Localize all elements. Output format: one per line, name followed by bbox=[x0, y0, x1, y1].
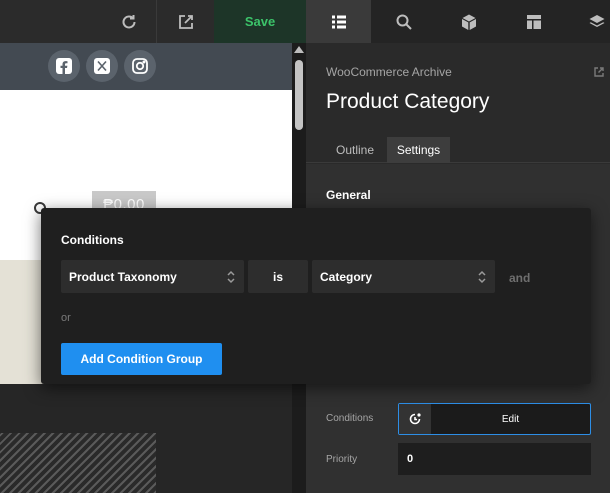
tab-components[interactable] bbox=[436, 0, 501, 43]
breadcrumb: WooCommerce Archive bbox=[326, 65, 452, 79]
section-title-general: General bbox=[326, 188, 371, 202]
refresh-button[interactable] bbox=[104, 0, 154, 43]
value-select-value: Category bbox=[320, 269, 373, 284]
external-link-icon bbox=[178, 14, 193, 29]
tab-templates[interactable] bbox=[501, 0, 566, 43]
add-condition-group-button[interactable]: Add Condition Group bbox=[61, 343, 222, 375]
instagram-link[interactable] bbox=[124, 50, 156, 82]
x-link[interactable] bbox=[86, 50, 118, 82]
conditions-label: Conditions bbox=[326, 413, 374, 424]
box-icon bbox=[461, 14, 476, 30]
facebook-link[interactable] bbox=[48, 50, 80, 82]
conditions-popup: Conditions Product Taxonomy is Category … bbox=[41, 208, 591, 384]
instagram-icon bbox=[132, 58, 148, 74]
popup-title: Conditions bbox=[61, 233, 124, 247]
external-link-icon bbox=[594, 67, 604, 77]
scroll-up-arrow-icon[interactable] bbox=[294, 46, 304, 53]
open-template-button[interactable] bbox=[593, 65, 605, 83]
preview-button[interactable] bbox=[156, 0, 214, 43]
conditions-icon-button[interactable] bbox=[399, 404, 431, 434]
save-button[interactable]: Save bbox=[214, 0, 306, 43]
operator-select[interactable]: is bbox=[248, 260, 308, 293]
and-button[interactable]: and bbox=[509, 271, 530, 285]
taxonomy-select-value: Product Taxonomy bbox=[69, 269, 177, 284]
facebook-icon bbox=[56, 58, 72, 74]
taxonomy-select[interactable]: Product Taxonomy bbox=[61, 260, 244, 293]
layers-icon bbox=[589, 14, 605, 27]
tab-structure[interactable] bbox=[306, 0, 371, 43]
chevron-updown-icon bbox=[478, 270, 486, 284]
refresh-icon bbox=[122, 14, 136, 28]
editor-toolbar: Save bbox=[0, 0, 306, 43]
panel-subtabs: Outline Settings bbox=[306, 137, 610, 163]
conditions-edit-button[interactable]: Edit bbox=[431, 404, 590, 434]
tab-search[interactable] bbox=[371, 0, 436, 43]
chevron-updown-icon bbox=[227, 270, 235, 284]
priority-input[interactable] bbox=[398, 443, 591, 475]
hatched-placeholder bbox=[0, 433, 156, 493]
page-title: Product Category bbox=[326, 90, 490, 113]
conditions-icon bbox=[409, 413, 421, 425]
or-label: or bbox=[61, 312, 71, 324]
value-select[interactable]: Category bbox=[312, 260, 495, 293]
layout-icon bbox=[526, 14, 541, 29]
conditions-edit-control[interactable]: Edit bbox=[398, 403, 591, 435]
scroll-thumb[interactable] bbox=[295, 60, 303, 130]
list-icon bbox=[331, 15, 346, 28]
tab-outline[interactable]: Outline bbox=[327, 137, 383, 163]
panel-tab-bar bbox=[306, 0, 610, 43]
search-icon bbox=[396, 14, 412, 30]
x-icon bbox=[94, 58, 110, 74]
priority-label: Priority bbox=[326, 454, 358, 465]
tab-settings[interactable]: Settings bbox=[387, 137, 450, 163]
tab-layers[interactable] bbox=[566, 0, 610, 43]
